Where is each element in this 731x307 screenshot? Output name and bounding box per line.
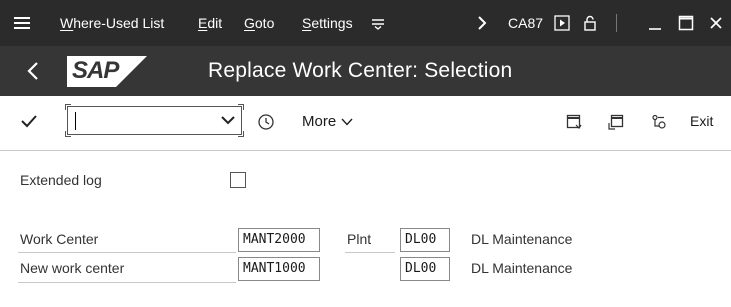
new-work-center-label: New work center (20, 260, 125, 276)
new-work-center-input[interactable]: MANT1000 (238, 257, 320, 281)
new-plant-input[interactable]: DL00 (400, 257, 450, 281)
title-bar: SAP Replace Work Center: Selection (0, 46, 731, 96)
menu-edit-label: Edit (198, 15, 223, 31)
plant-label: Plnt (347, 231, 372, 247)
chevron-down-small-icon (341, 118, 353, 126)
variant-list-icon[interactable] (608, 114, 624, 130)
page-title: Replace Work Center: Selection (208, 59, 513, 82)
history-icon[interactable] (257, 113, 275, 131)
exit-label: Exit (690, 113, 714, 129)
extended-log-checkbox[interactable] (230, 172, 246, 188)
menu-settings[interactable]: Settings (302, 0, 353, 46)
unlock-icon[interactable] (582, 0, 600, 46)
menu-edit[interactable]: Edit (198, 0, 222, 46)
plant-input[interactable]: DL00 (400, 228, 450, 252)
selection-form: Extended log Work Center MANT2000 Plnt D… (0, 152, 731, 307)
menu-settings-label: Settings (302, 15, 353, 31)
menu-where-used-list-label: Where-Used List (60, 15, 165, 31)
exit-button[interactable]: Exit (690, 113, 713, 129)
hamburger-menu-icon[interactable] (14, 0, 32, 46)
plant-label-underline (345, 252, 395, 253)
transaction-code-label: CA87 (508, 15, 544, 31)
work-center-label: Work Center (20, 231, 99, 247)
new-plant-description: DL Maintenance (471, 260, 573, 276)
menu-goto-label: Goto (244, 15, 275, 31)
settings-hierarchy-icon[interactable] (651, 114, 667, 130)
sap-logo: SAP (67, 56, 147, 87)
chevron-down-icon[interactable] (221, 112, 235, 128)
close-icon[interactable] (709, 0, 723, 46)
transaction-code: CA87 (508, 0, 543, 46)
play-box-icon[interactable] (554, 0, 570, 46)
chevron-right-icon[interactable] (476, 0, 488, 46)
window-separator (616, 0, 617, 46)
back-arrow-icon[interactable] (24, 59, 44, 83)
checkmark-icon[interactable] (20, 112, 38, 130)
toolbar: More Exit (0, 96, 731, 151)
menu-bar: Where-Used List Edit Goto Settings CA87 (0, 0, 731, 46)
new-work-center-label-underline (18, 282, 236, 283)
menu-where-used-list[interactable]: Where-Used List (60, 0, 164, 46)
extended-log-label: Extended log (20, 172, 102, 188)
more-button[interactable]: More (302, 113, 353, 130)
work-center-input[interactable]: MANT2000 (238, 228, 320, 252)
maximize-icon[interactable] (678, 0, 694, 46)
save-variant-icon[interactable] (566, 114, 582, 130)
command-field[interactable] (65, 104, 244, 137)
more-menu-icon[interactable] (371, 0, 385, 46)
more-label: More (302, 113, 337, 130)
text-cursor (75, 112, 76, 130)
menu-goto[interactable]: Goto (244, 0, 274, 46)
plant-description: DL Maintenance (471, 231, 573, 247)
sap-logo-text: SAP (72, 57, 119, 84)
work-center-label-underline (18, 252, 236, 253)
minimize-icon[interactable] (648, 0, 662, 46)
